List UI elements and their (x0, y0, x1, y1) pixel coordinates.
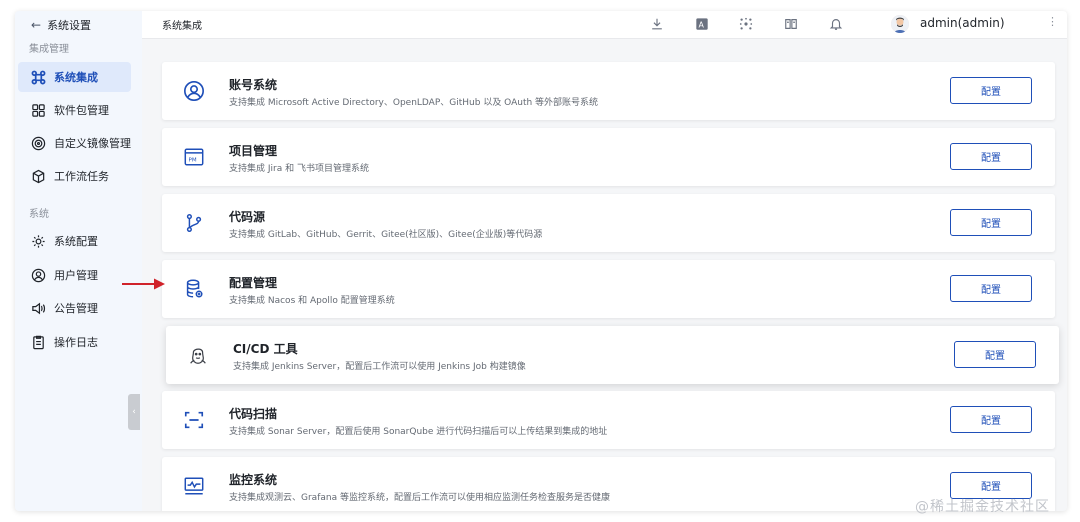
sidebar-item-label: 工作流任务 (54, 170, 109, 183)
configure-button[interactable]: 配置 (954, 341, 1036, 368)
speaker-icon (30, 300, 46, 316)
configure-button[interactable]: 配置 (950, 143, 1032, 170)
app-window: ← 系统设置 集成管理 系统集成 软件包管理 自定义镜像管理 工作流任务 系统 … (15, 11, 1067, 511)
integration-list: 账号系统 支持集成 Microsoft Active Directory、Ope… (142, 39, 1067, 511)
sidebar: ← 系统设置 集成管理 系统集成 软件包管理 自定义镜像管理 工作流任务 系统 … (15, 11, 142, 511)
configure-button[interactable]: 配置 (950, 472, 1032, 499)
configure-button[interactable]: 配置 (950, 209, 1032, 236)
back-button[interactable]: ← 系统设置 (31, 17, 91, 33)
breadcrumb: 系统集成 (162, 21, 202, 32)
sidebar-item-label: 自定义镜像管理 (54, 137, 131, 150)
card-title: CI/CD 工具 (233, 342, 298, 356)
sidebar-item-label: 操作日志 (54, 336, 98, 349)
sidebar-item-announcements[interactable]: 公告管理 (18, 293, 131, 323)
more-menu-icon[interactable]: ⋮ (1047, 15, 1058, 28)
disc-icon (30, 135, 46, 151)
integration-card-code-source: 代码源 支持集成 GitLab、GitHub、Gerrit、Gitee(社区版)… (162, 194, 1055, 252)
grid-icon (30, 102, 46, 118)
card-title: 代码源 (229, 210, 266, 224)
sidebar-item-audit-log[interactable]: 操作日志 (18, 327, 131, 357)
sidebar-item-images[interactable]: 自定义镜像管理 (18, 128, 131, 158)
document-icon (30, 334, 46, 350)
download-icon[interactable] (649, 16, 665, 32)
translate-icon[interactable]: A (694, 16, 710, 32)
jenkins-icon (186, 343, 210, 367)
watermark: @稀土掘金技术社区 (915, 499, 1050, 515)
user-icon (30, 267, 46, 283)
top-bar: 系统集成 A admin(admin) ⋮ (142, 11, 1067, 39)
svg-text:A: A (699, 21, 705, 30)
integration-card-code-scan: 代码扫描 支持集成 Sonar Server，配置后使用 SonarQube 进… (162, 391, 1055, 449)
arrow-left-icon: ← (31, 18, 42, 32)
sidebar-item-users[interactable]: 用户管理 (18, 260, 131, 290)
card-description: 支持集成 Jenkins Server，配置后工作流可以使用 Jenkins J… (233, 362, 526, 372)
card-title: 监控系统 (229, 473, 278, 487)
sidebar-item-packages[interactable]: 软件包管理 (18, 95, 131, 125)
sidebar-item-label: 公告管理 (54, 302, 98, 315)
card-description: 支持集成 Nacos 和 Apollo 配置管理系统 (229, 296, 395, 306)
sidebar-collapse-button[interactable]: ‹ (128, 394, 140, 430)
cube-icon (30, 168, 46, 184)
user-name[interactable]: admin(admin) (920, 16, 1005, 30)
sidebar-item-label: 系统配置 (54, 235, 98, 248)
scan-icon (182, 408, 206, 432)
card-title: 配置管理 (229, 276, 278, 290)
card-title: 代码扫描 (229, 407, 278, 421)
sidebar-item-label: 系统集成 (54, 71, 98, 84)
sidebar-item-system-integration[interactable]: 系统集成 (18, 62, 131, 92)
svg-text:PM: PM (189, 158, 197, 164)
command-icon (30, 69, 46, 85)
configure-button[interactable]: 配置 (950, 77, 1032, 104)
pm-icon: PM (182, 145, 206, 169)
gear-icon (30, 233, 46, 249)
section-label-integration: 集成管理 (29, 44, 69, 55)
integration-card-project: PM 项目管理 支持集成 Jira 和 飞书项目管理系统 配置 (162, 128, 1055, 186)
card-title: 账号系统 (229, 78, 278, 92)
user-circle-icon (182, 79, 206, 103)
avatar[interactable] (891, 15, 909, 33)
card-title: 项目管理 (229, 144, 278, 158)
integration-card-account: 账号系统 支持集成 Microsoft Active Directory、Ope… (162, 62, 1055, 120)
integration-card-config: 配置管理 支持集成 Nacos 和 Apollo 配置管理系统 配置 (162, 260, 1055, 318)
card-description: 支持集成观测云、Grafana 等监控系统，配置后工作流可以使用相应监测任务检查… (229, 493, 610, 503)
annotation-arrow-icon (122, 278, 165, 290)
book-icon[interactable] (783, 16, 799, 32)
card-description: 支持集成 Microsoft Active Directory、OpenLDAP… (229, 98, 599, 108)
database-icon (182, 277, 206, 301)
card-description: 支持集成 Sonar Server，配置后使用 SonarQube 进行代码扫描… (229, 427, 608, 437)
git-branch-icon (182, 211, 206, 235)
bell-icon[interactable] (828, 16, 844, 32)
configure-button[interactable]: 配置 (950, 275, 1032, 302)
sidebar-item-label: 软件包管理 (54, 104, 109, 117)
card-description: 支持集成 GitLab、GitHub、Gerrit、Gitee(社区版)、Git… (229, 230, 543, 240)
back-label: 系统设置 (47, 19, 92, 32)
monitor-icon (182, 474, 206, 498)
configure-button[interactable]: 配置 (950, 406, 1032, 433)
network-icon[interactable] (738, 16, 754, 32)
integration-card-cicd: CI/CD 工具 支持集成 Jenkins Server，配置后工作流可以使用 … (166, 326, 1059, 384)
sidebar-item-workflow-tasks[interactable]: 工作流任务 (18, 161, 131, 191)
section-label-system: 系统 (29, 209, 49, 220)
sidebar-item-label: 用户管理 (54, 269, 98, 282)
card-description: 支持集成 Jira 和 飞书项目管理系统 (229, 164, 369, 174)
sidebar-item-system-config[interactable]: 系统配置 (18, 226, 131, 256)
